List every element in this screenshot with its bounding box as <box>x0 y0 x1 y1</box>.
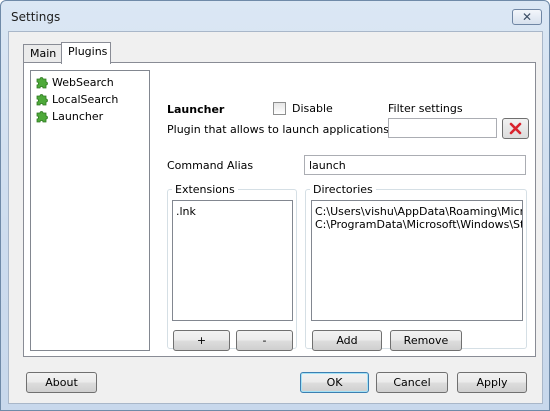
list-item[interactable]: .lnk <box>176 205 196 218</box>
puzzle-piece-icon <box>36 111 48 123</box>
extensions-list[interactable]: .lnk <box>172 200 293 321</box>
apply-button[interactable]: Apply <box>457 372 527 393</box>
plugin-label: Launcher <box>52 109 104 123</box>
directories-group: Directories C:\Users\vishu\AppData\Roami… <box>305 183 527 351</box>
tab-main[interactable]: Main <box>23 44 62 63</box>
plugins-tab-panel: WebSearch LocalSearch Launcher Launcher <box>23 62 536 357</box>
directories-group-title: Directories <box>310 183 376 196</box>
list-item[interactable]: C:\ProgramData\Microsoft\Windows\Start M <box>315 218 522 231</box>
plugin-item-websearch[interactable]: WebSearch <box>35 74 114 90</box>
directories-list[interactable]: C:\Users\vishu\AppData\Roaming\Microsof … <box>311 200 523 321</box>
add-extension-button[interactable]: + <box>173 330 230 351</box>
window-title: Settings <box>11 10 61 24</box>
disable-checkbox[interactable] <box>273 102 286 115</box>
list-item[interactable]: C:\Users\vishu\AppData\Roaming\Microsof <box>315 205 522 218</box>
red-x-icon <box>509 122 522 135</box>
command-alias-input[interactable]: launch <box>304 155 526 175</box>
filter-settings-label: Filter settings <box>388 102 463 115</box>
close-icon: ✕ <box>521 10 533 24</box>
extensions-group-title: Extensions <box>172 183 238 196</box>
add-directory-button[interactable]: Add <box>312 330 382 351</box>
cancel-button[interactable]: Cancel <box>376 372 448 393</box>
plugin-item-localsearch[interactable]: LocalSearch <box>35 91 118 107</box>
remove-extension-button[interactable]: - <box>236 330 293 351</box>
puzzle-piece-icon <box>36 77 48 89</box>
ok-button[interactable]: OK <box>300 372 369 393</box>
remove-directory-button[interactable]: Remove <box>390 330 462 351</box>
plugin-label: LocalSearch <box>52 92 119 106</box>
title-bar[interactable]: Settings ✕ <box>1 1 549 31</box>
plugin-item-launcher[interactable]: Launcher <box>35 108 103 124</box>
close-button[interactable]: ✕ <box>512 9 542 25</box>
clear-filter-button[interactable] <box>502 118 529 139</box>
dialog-body: Main Plugins WebSearch LocalSearch Launc… <box>8 31 543 404</box>
settings-window: Settings ✕ Main Plugins WebSearch LocalS… <box>0 0 550 411</box>
plugin-list[interactable]: WebSearch LocalSearch Launcher <box>30 70 150 351</box>
plugin-name: Launcher <box>167 103 225 116</box>
filter-settings-input[interactable] <box>388 118 497 138</box>
puzzle-piece-icon <box>36 94 48 106</box>
plugin-description: Plugin that allows to launch application… <box>167 123 390 136</box>
tab-plugins[interactable]: Plugins <box>61 42 111 64</box>
extensions-group: Extensions .lnk + - <box>167 183 297 351</box>
about-button[interactable]: About <box>26 372 97 393</box>
command-alias-label: Command Alias <box>167 159 254 172</box>
plugin-label: WebSearch <box>52 75 114 89</box>
disable-label: Disable <box>292 102 333 115</box>
